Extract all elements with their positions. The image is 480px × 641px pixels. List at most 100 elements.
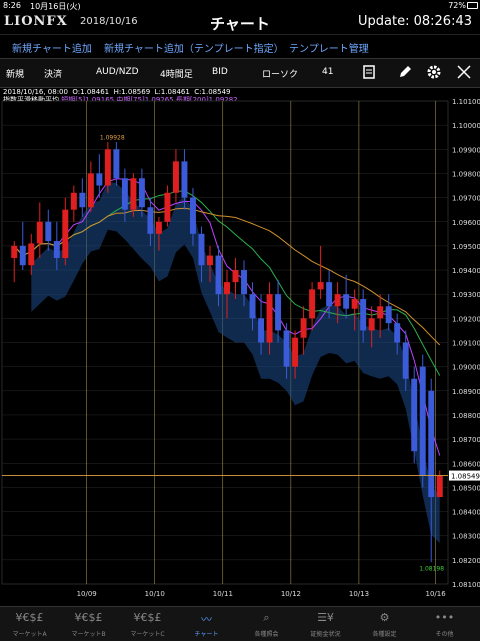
- document-icon[interactable]: [360, 63, 378, 81]
- y-tick-label: 1.09900: [452, 146, 480, 154]
- y-tick-label: 1.10100: [452, 98, 480, 106]
- candle-body: [62, 209, 69, 258]
- x-tick-label: 10/09: [77, 590, 97, 598]
- app-header: LIONFX 2018/10/16 チャート Update: 08:26:43: [0, 12, 480, 34]
- tab-market-c[interactable]: ¥€$£ マーケットC: [121, 607, 174, 641]
- tab-label: 各種照会: [254, 631, 279, 638]
- y-tick-label: 1.08700: [452, 436, 480, 444]
- chart-menu-bar: 新規チャート追加 新規チャート追加（テンプレート指定） テンプレート管理: [0, 34, 480, 59]
- ohlc-low: L:1.08461: [154, 88, 190, 96]
- candle-body: [377, 306, 384, 319]
- status-date: 10月16日(火): [30, 2, 81, 11]
- y-tick-label: 1.09800: [452, 170, 480, 178]
- ohlc-datetime: 2018/10/16, 08:00: [3, 88, 68, 96]
- tab-inquiry[interactable]: ⌕ 各種照会: [240, 607, 293, 641]
- x-tick-label: 10/10: [145, 590, 165, 598]
- candle-body: [121, 178, 128, 210]
- candle-body: [198, 233, 205, 266]
- candle-body: [155, 221, 162, 234]
- candle-body: [70, 192, 77, 210]
- add-chart-template-link[interactable]: 新規チャート追加（テンプレート指定）: [104, 40, 284, 55]
- y-tick-label: 1.09500: [452, 243, 480, 251]
- candle-body: [87, 173, 94, 208]
- battery-icon: [467, 2, 478, 9]
- candle-body: [428, 390, 435, 498]
- candle-body: [385, 306, 392, 324]
- x-tick-label: 10/16: [425, 590, 446, 598]
- candle-body: [79, 192, 86, 208]
- candle-body: [181, 161, 188, 198]
- pencil-icon[interactable]: [396, 63, 414, 81]
- candle-body: [411, 378, 418, 452]
- y-tick-label: 1.08800: [452, 412, 480, 420]
- tab-chart[interactable]: 〰チャート: [180, 607, 233, 641]
- candle-body: [11, 245, 18, 258]
- ohlc-high: H:1.08569: [113, 88, 151, 96]
- candle-body: [232, 270, 239, 283]
- chart-toolbar: 新規 決済 AUD/NZD 4時間足 BID ローソク 41: [0, 58, 480, 88]
- candle-body: [351, 299, 358, 309]
- status-bar: 8:26 10月16日(火) 72%: [0, 0, 480, 12]
- candle-body: [360, 299, 367, 331]
- candle-body: [343, 294, 350, 309]
- price-chart[interactable]: 1.10100 1.10000 1.09900 1.09800 1.09700 1.096…: [0, 96, 480, 606]
- tab-market-b[interactable]: ¥€$£ マーケットB: [62, 607, 115, 641]
- candle-body: [258, 318, 265, 343]
- y-tick-label: 1.08600: [452, 460, 480, 468]
- tab-market-a[interactable]: ¥€$£ マーケットA: [3, 607, 56, 641]
- tab-settings[interactable]: ⚙ 各種設定: [358, 607, 411, 641]
- y-tick-label: 1.09200: [452, 315, 480, 323]
- candle-body: [28, 243, 35, 266]
- y-tick-label: 1.08100: [452, 581, 480, 589]
- tab-label: チャート: [194, 631, 219, 638]
- candle-body: [419, 366, 426, 476]
- bar-count[interactable]: 41: [322, 67, 333, 77]
- candle-body: [436, 475, 443, 498]
- new-order-button[interactable]: 新規: [6, 67, 24, 80]
- x-tick-label: 10/12: [281, 590, 301, 598]
- y-tick-label: 1.09600: [452, 219, 480, 227]
- x-tick-label: 10/13: [349, 590, 369, 598]
- y-tick-label: 1.09700: [452, 195, 480, 203]
- y-tick-label: 1.10000: [452, 122, 480, 130]
- tab-margin-status[interactable]: ☰¥ 証拠金状況: [299, 607, 352, 641]
- current-price-label: 1.08549: [451, 473, 480, 481]
- candle-body: [266, 294, 273, 343]
- ohlc-close: C:1.08549: [194, 88, 231, 96]
- candle-body: [317, 282, 324, 290]
- tab-label: マーケットA: [12, 631, 47, 638]
- bid-ask-select[interactable]: BID: [212, 67, 228, 77]
- candle-body: [19, 245, 26, 266]
- candle-body: [224, 282, 230, 295]
- currency-icon: ¥€$£: [74, 611, 103, 624]
- candle-body: [164, 192, 171, 222]
- chart-icon: 〰: [201, 613, 212, 626]
- candle-body: [292, 337, 299, 367]
- gear-icon[interactable]: [425, 63, 443, 81]
- currency-icon: ¥€$£: [15, 611, 44, 624]
- settle-button[interactable]: 決済: [44, 67, 62, 80]
- candle-body: [215, 255, 222, 295]
- candle-body: [147, 207, 154, 234]
- candle-body: [45, 221, 52, 242]
- candle-body: [368, 318, 375, 331]
- close-icon[interactable]: [455, 63, 473, 81]
- margin-icon: ☰¥: [317, 611, 334, 624]
- candle-body: [207, 255, 213, 266]
- tab-other[interactable]: ••• その他: [418, 607, 471, 641]
- tab-bar: ¥€$£ マーケットA ¥€$£ マーケットB ¥€$£ マーケットC 〰チャート ⌕…: [0, 606, 480, 641]
- currency-pair-select[interactable]: AUD/NZD: [96, 67, 139, 77]
- candle-body: [300, 318, 307, 338]
- template-manage-link[interactable]: テンプレート管理: [289, 40, 369, 55]
- add-chart-link[interactable]: 新規チャート追加: [12, 40, 92, 55]
- candle-body: [130, 178, 137, 210]
- update-time: Update: 08:26:43: [358, 14, 472, 29]
- y-tick-label: 1.08300: [452, 533, 480, 541]
- y-tick-label: 1.08900: [452, 388, 480, 396]
- y-tick-label: 1.09400: [452, 267, 480, 275]
- candle-body: [275, 294, 282, 331]
- chart-type-select[interactable]: ローソク: [262, 67, 298, 80]
- high-price-label: 1.09928: [100, 135, 125, 142]
- period-select[interactable]: 4時間足: [160, 67, 193, 80]
- currency-icon: ¥€$£: [133, 611, 162, 624]
